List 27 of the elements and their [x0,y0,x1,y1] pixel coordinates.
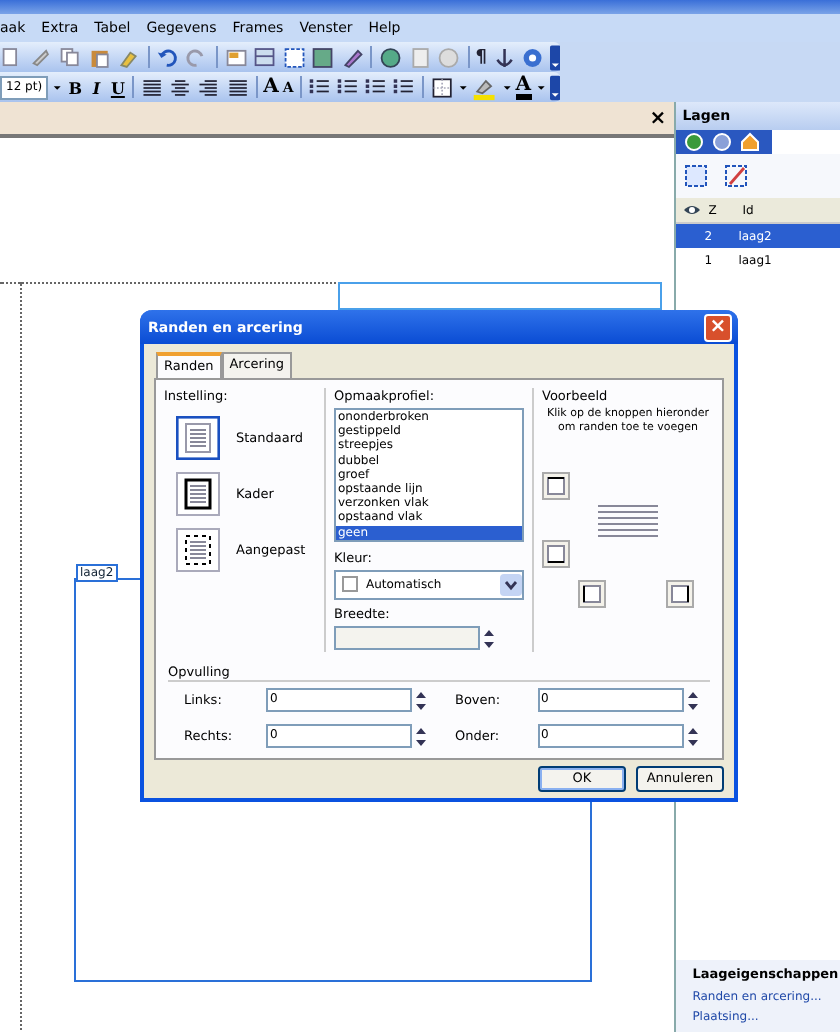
edit-layer-icon[interactable] [722,162,751,190]
style-button[interactable]: B [66,77,84,97]
toolbar-options-icon[interactable] [549,73,560,101]
close-button[interactable]: × [704,313,732,341]
border-setting-icon[interactable] [176,472,220,516]
left-border-icon[interactable] [578,580,606,608]
color-swatch [342,576,358,593]
style-button[interactable]: U [109,77,127,97]
right-border-icon[interactable] [666,580,694,608]
preview-drawing [598,502,658,538]
frame-icon[interactable] [281,43,307,71]
border-setting-icon[interactable] [176,528,220,572]
toolbar-options-icon[interactable] [549,43,560,71]
border-icon[interactable] [430,73,455,101]
style-button[interactable]: I [87,77,106,97]
table-icon[interactable] [252,43,278,71]
width-field[interactable] [334,626,480,651]
caret-icon[interactable] [500,573,522,596]
border-setting-icon[interactable] [176,416,220,460]
bottom-border-icon[interactable] [542,540,570,568]
image-icon[interactable] [310,43,336,71]
close-button[interactable]: × [649,107,667,129]
eye-icon[interactable] [682,202,703,218]
new-layer-icon[interactable] [682,162,711,190]
pilcrow-button[interactable]: ¶ [475,47,487,67]
top-border-icon[interactable] [542,472,570,500]
grow-font-button[interactable]: A [263,76,279,98]
